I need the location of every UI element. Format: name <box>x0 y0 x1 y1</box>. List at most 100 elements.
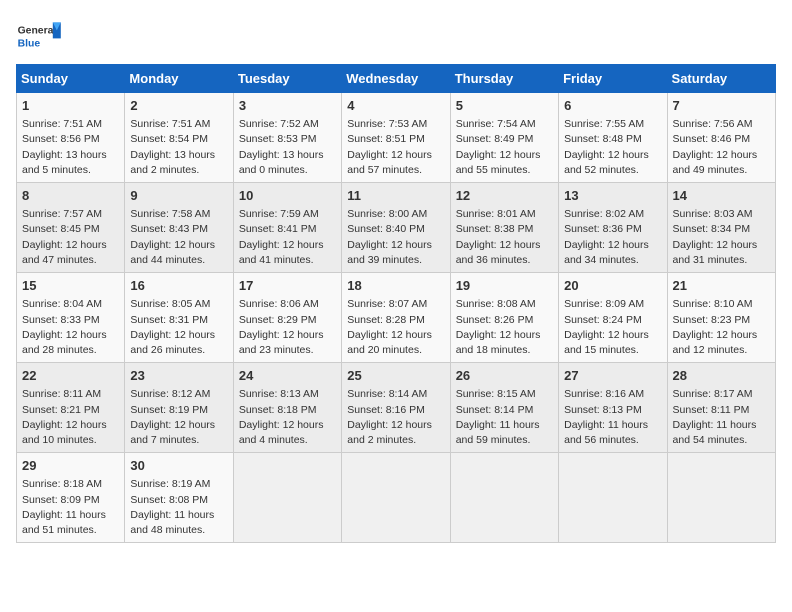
day-details: Sunrise: 8:07 AMSunset: 8:28 PMDaylight:… <box>347 297 444 358</box>
day-number: 6 <box>564 97 661 115</box>
day-cell: 18 Sunrise: 8:07 AMSunset: 8:28 PMDayligh… <box>342 273 450 363</box>
day-cell: 2 Sunrise: 7:51 AMSunset: 8:54 PMDaylight… <box>125 93 233 183</box>
day-details: Sunrise: 8:12 AMSunset: 8:19 PMDaylight:… <box>130 387 227 448</box>
day-details: Sunrise: 7:56 AMSunset: 8:46 PMDaylight:… <box>673 117 770 178</box>
day-cell: 7 Sunrise: 7:56 AMSunset: 8:46 PMDaylight… <box>667 93 775 183</box>
day-number: 14 <box>673 187 770 205</box>
day-number: 18 <box>347 277 444 295</box>
week-row-4: 22Sunrise: 8:11 AMSunset: 8:21 PMDayligh… <box>17 363 776 453</box>
day-number: 21 <box>673 277 770 295</box>
calendar-table: SundayMondayTuesdayWednesdayThursdayFrid… <box>16 64 776 543</box>
day-number: 23 <box>130 367 227 385</box>
day-details: Sunrise: 7:52 AMSunset: 8:53 PMDaylight:… <box>239 117 336 178</box>
generalblue-logo-icon: General Blue <box>16 16 64 56</box>
col-header-wednesday: Wednesday <box>342 65 450 93</box>
col-header-thursday: Thursday <box>450 65 558 93</box>
day-details: Sunrise: 8:03 AMSunset: 8:34 PMDaylight:… <box>673 207 770 268</box>
day-cell: 25Sunrise: 8:14 AMSunset: 8:16 PMDayligh… <box>342 363 450 453</box>
week-row-2: 8 Sunrise: 7:57 AMSunset: 8:45 PMDaylight… <box>17 183 776 273</box>
day-details: Sunrise: 8:04 AMSunset: 8:33 PMDaylight:… <box>22 297 119 358</box>
day-cell: 11 Sunrise: 8:00 AMSunset: 8:40 PMDayligh… <box>342 183 450 273</box>
day-details: Sunrise: 7:58 AMSunset: 8:43 PMDaylight:… <box>130 207 227 268</box>
day-details: Sunrise: 8:17 AMSunset: 8:11 PMDaylight:… <box>673 387 770 448</box>
logo: General Blue <box>16 16 64 56</box>
day-cell: 16Sunrise: 8:05 AMSunset: 8:31 PMDayligh… <box>125 273 233 363</box>
day-cell: 8 Sunrise: 7:57 AMSunset: 8:45 PMDaylight… <box>17 183 125 273</box>
day-number: 26 <box>456 367 553 385</box>
day-cell: 28 Sunrise: 8:17 AMSunset: 8:11 PMDayligh… <box>667 363 775 453</box>
week-row-5: 29 Sunrise: 8:18 AMSunset: 8:09 PMDayligh… <box>17 453 776 543</box>
day-number: 28 <box>673 367 770 385</box>
day-cell <box>559 453 667 543</box>
day-number: 27 <box>564 367 661 385</box>
day-details: Sunrise: 8:08 AMSunset: 8:26 PMDaylight:… <box>456 297 553 358</box>
day-details: Sunrise: 8:10 AMSunset: 8:23 PMDaylight:… <box>673 297 770 358</box>
day-details: Sunrise: 8:05 AMSunset: 8:31 PMDaylight:… <box>130 297 227 358</box>
calendar-body: 1 Sunrise: 7:51 AMSunset: 8:56 PMDaylight… <box>17 93 776 543</box>
col-header-tuesday: Tuesday <box>233 65 341 93</box>
day-cell: 27 Sunrise: 8:16 AMSunset: 8:13 PMDayligh… <box>559 363 667 453</box>
day-cell: 6 Sunrise: 7:55 AMSunset: 8:48 PMDaylight… <box>559 93 667 183</box>
day-details: Sunrise: 8:16 AMSunset: 8:13 PMDaylight:… <box>564 387 661 448</box>
day-details: Sunrise: 8:15 AMSunset: 8:14 PMDaylight:… <box>456 387 553 448</box>
day-cell: 12 Sunrise: 8:01 AMSunset: 8:38 PMDayligh… <box>450 183 558 273</box>
day-number: 10 <box>239 187 336 205</box>
day-details: Sunrise: 7:53 AMSunset: 8:51 PMDaylight:… <box>347 117 444 178</box>
svg-text:General: General <box>18 26 57 37</box>
day-details: Sunrise: 7:51 AMSunset: 8:56 PMDaylight:… <box>22 117 119 178</box>
day-number: 8 <box>22 187 119 205</box>
day-details: Sunrise: 8:00 AMSunset: 8:40 PMDaylight:… <box>347 207 444 268</box>
day-cell: 1 Sunrise: 7:51 AMSunset: 8:56 PMDaylight… <box>17 93 125 183</box>
day-number: 4 <box>347 97 444 115</box>
day-details: Sunrise: 7:59 AMSunset: 8:41 PMDaylight:… <box>239 207 336 268</box>
day-cell: 24 Sunrise: 8:13 AMSunset: 8:18 PMDayligh… <box>233 363 341 453</box>
day-cell <box>667 453 775 543</box>
day-cell: 9 Sunrise: 7:58 AMSunset: 8:43 PMDaylight… <box>125 183 233 273</box>
col-header-friday: Friday <box>559 65 667 93</box>
day-cell: 15 Sunrise: 8:04 AMSunset: 8:33 PMDayligh… <box>17 273 125 363</box>
day-details: Sunrise: 8:06 AMSunset: 8:29 PMDaylight:… <box>239 297 336 358</box>
day-number: 12 <box>456 187 553 205</box>
day-details: Sunrise: 7:55 AMSunset: 8:48 PMDaylight:… <box>564 117 661 178</box>
day-details: Sunrise: 8:11 AMSunset: 8:21 PMDaylight:… <box>22 387 119 448</box>
day-number: 9 <box>130 187 227 205</box>
day-details: Sunrise: 7:57 AMSunset: 8:45 PMDaylight:… <box>22 207 119 268</box>
day-number: 17 <box>239 277 336 295</box>
week-row-3: 15 Sunrise: 8:04 AMSunset: 8:33 PMDayligh… <box>17 273 776 363</box>
day-cell <box>233 453 341 543</box>
day-number: 19 <box>456 277 553 295</box>
day-number: 5 <box>456 97 553 115</box>
calendar-header: SundayMondayTuesdayWednesdayThursdayFrid… <box>17 65 776 93</box>
day-number: 29 <box>22 457 119 475</box>
day-details: Sunrise: 8:13 AMSunset: 8:18 PMDaylight:… <box>239 387 336 448</box>
day-cell: 3 Sunrise: 7:52 AMSunset: 8:53 PMDaylight… <box>233 93 341 183</box>
day-number: 24 <box>239 367 336 385</box>
day-details: Sunrise: 8:09 AMSunset: 8:24 PMDaylight:… <box>564 297 661 358</box>
day-number: 3 <box>239 97 336 115</box>
day-details: Sunrise: 8:01 AMSunset: 8:38 PMDaylight:… <box>456 207 553 268</box>
day-number: 15 <box>22 277 119 295</box>
day-cell: 23 Sunrise: 8:12 AMSunset: 8:19 PMDayligh… <box>125 363 233 453</box>
day-cell: 21 Sunrise: 8:10 AMSunset: 8:23 PMDayligh… <box>667 273 775 363</box>
day-cell: 22Sunrise: 8:11 AMSunset: 8:21 PMDayligh… <box>17 363 125 453</box>
day-number: 30 <box>130 457 227 475</box>
day-details: Sunrise: 8:02 AMSunset: 8:36 PMDaylight:… <box>564 207 661 268</box>
day-cell: 17 Sunrise: 8:06 AMSunset: 8:29 PMDayligh… <box>233 273 341 363</box>
day-details: Sunrise: 7:51 AMSunset: 8:54 PMDaylight:… <box>130 117 227 178</box>
day-cell: 30Sunrise: 8:19 AMSunset: 8:08 PMDayligh… <box>125 453 233 543</box>
day-cell: 10 Sunrise: 7:59 AMSunset: 8:41 PMDayligh… <box>233 183 341 273</box>
day-number: 11 <box>347 187 444 205</box>
header: General Blue <box>16 16 776 56</box>
day-details: Sunrise: 8:18 AMSunset: 8:09 PMDaylight:… <box>22 477 119 538</box>
header-row: SundayMondayTuesdayWednesdayThursdayFrid… <box>17 65 776 93</box>
col-header-saturday: Saturday <box>667 65 775 93</box>
day-number: 25 <box>347 367 444 385</box>
week-row-1: 1 Sunrise: 7:51 AMSunset: 8:56 PMDaylight… <box>17 93 776 183</box>
day-cell: 26 Sunrise: 8:15 AMSunset: 8:14 PMDayligh… <box>450 363 558 453</box>
day-cell: 14 Sunrise: 8:03 AMSunset: 8:34 PMDayligh… <box>667 183 775 273</box>
day-number: 7 <box>673 97 770 115</box>
day-number: 20 <box>564 277 661 295</box>
day-cell: 5Sunrise: 7:54 AMSunset: 8:49 PMDaylight… <box>450 93 558 183</box>
day-number: 1 <box>22 97 119 115</box>
day-number: 2 <box>130 97 227 115</box>
